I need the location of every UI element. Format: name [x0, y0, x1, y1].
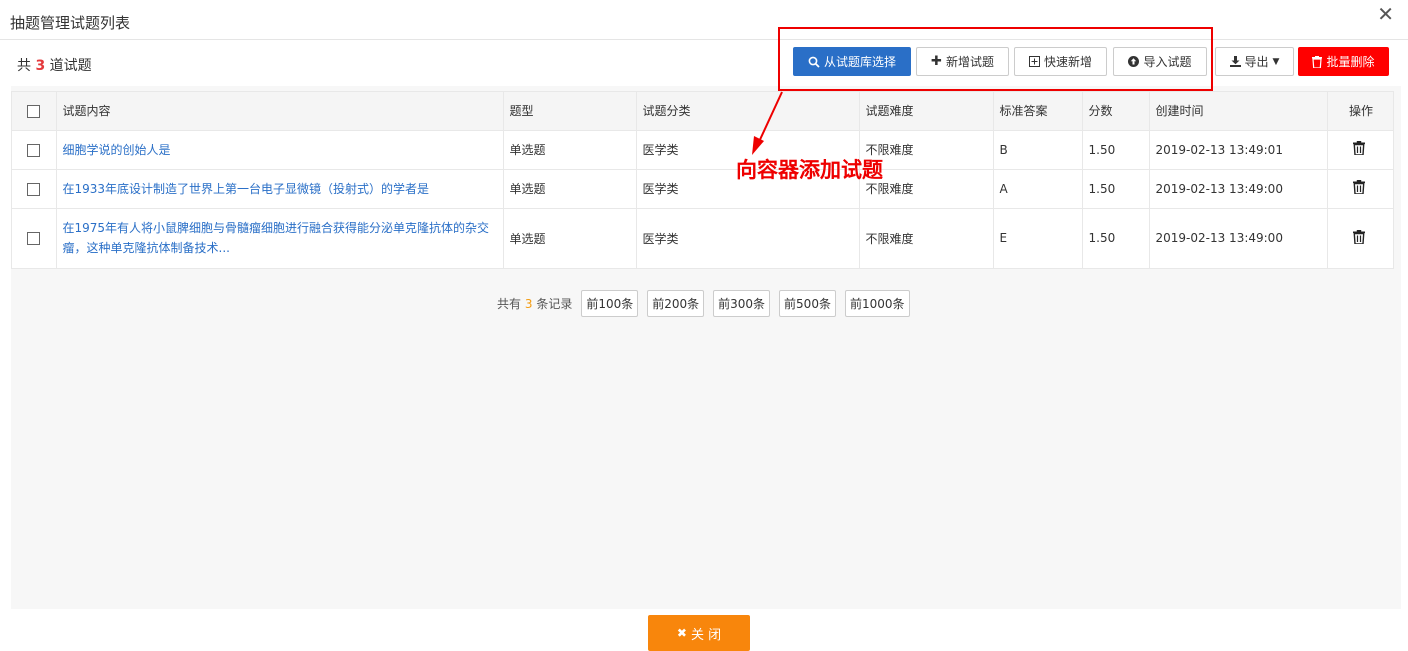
page-size-100-button[interactable]: 前100条	[581, 290, 639, 317]
close-x-icon: ✖	[676, 626, 687, 640]
header-answer: 标准答案	[992, 92, 1082, 130]
dialog-title: 抽题管理试题列表	[10, 14, 131, 32]
row-select-cell	[12, 129, 56, 169]
annotation-highlight-box	[778, 27, 1213, 91]
page-size-300-button[interactable]: 前300条	[713, 290, 771, 317]
delete-trash-icon[interactable]	[1353, 180, 1365, 195]
table-header-row: 试题内容 题型 试题分类 试题难度 标准答案 分数 创建时间 操作	[12, 92, 1393, 130]
close-dialog-label: 关 闭	[690, 627, 722, 643]
header-score: 分数	[1081, 92, 1149, 130]
record-count-number: 3	[524, 297, 533, 311]
caret-down-icon: ▼	[1272, 56, 1280, 67]
row-actions-cell	[1326, 168, 1393, 208]
count-number: 3	[35, 58, 46, 74]
page-size-500-button[interactable]: 前500条	[779, 290, 836, 317]
export-dropdown-button[interactable]: 导出 ▼	[1215, 47, 1294, 76]
header-type: 题型	[502, 92, 636, 130]
pagination: 共有 3 条记录 前100条 前200条 前300条 前500条 前1000条	[497, 290, 910, 317]
question-count: 共 3 道试题	[17, 55, 92, 75]
question-difficulty: 不限难度	[858, 207, 993, 268]
question-answer: E	[992, 207, 1082, 268]
question-category: 医学类	[635, 207, 859, 268]
row-select-cell	[12, 207, 56, 268]
header-difficulty: 试题难度	[858, 92, 993, 130]
close-dialog-button[interactable]: ✖ 关 闭	[648, 615, 750, 651]
question-created: 2019-02-13 13:49:01	[1148, 129, 1327, 169]
record-count: 共有 3 条记录	[497, 295, 572, 312]
question-content-link[interactable]: 在1933年底设计制造了世界上第一台电子显微镜（投射式）的学者是	[55, 168, 503, 208]
record-count-suffix: 条记录	[536, 297, 573, 311]
row-actions-cell	[1326, 129, 1393, 169]
row-checkbox[interactable]	[27, 143, 41, 157]
delete-trash-icon[interactable]	[1353, 141, 1365, 156]
header-created: 创建时间	[1148, 92, 1327, 130]
question-score: 1.50	[1081, 129, 1149, 169]
questions-table: 试题内容 题型 试题分类 试题难度 标准答案 分数 创建时间 操作 细胞学说的创…	[11, 91, 1394, 269]
header-content: 试题内容	[55, 92, 503, 130]
header-actions: 操作	[1326, 92, 1393, 130]
row-checkbox[interactable]	[27, 232, 41, 246]
annotation-text: 向容器添加试题	[736, 157, 883, 182]
count-suffix: 道试题	[49, 58, 92, 74]
question-content-link[interactable]: 在1975年有人将小鼠脾细胞与骨髓瘤细胞进行融合获得能分泌单克隆抗体的杂交瘤，这…	[55, 207, 503, 268]
table-row: 在1933年底设计制造了世界上第一台电子显微镜（投射式）的学者是 单选题 医学类…	[12, 168, 1393, 208]
table-row: 细胞学说的创始人是 单选题 医学类 不限难度 B 1.50 2019-02-13…	[12, 129, 1393, 169]
count-prefix: 共	[17, 58, 31, 74]
batch-delete-button[interactable]: 批量删除	[1298, 47, 1389, 76]
question-score: 1.50	[1081, 168, 1149, 208]
select-all-checkbox[interactable]	[27, 104, 41, 118]
select-all-cell	[12, 92, 56, 130]
question-score: 1.50	[1081, 207, 1149, 268]
page-size-1000-button[interactable]: 前1000条	[844, 290, 910, 317]
close-icon[interactable]: ✕	[1377, 4, 1394, 24]
download-icon	[1229, 56, 1241, 67]
record-count-prefix: 共有	[497, 297, 522, 311]
question-created: 2019-02-13 13:49:00	[1148, 207, 1327, 268]
batch-delete-label: 批量删除	[1326, 55, 1375, 69]
table-row: 在1975年有人将小鼠脾细胞与骨髓瘤细胞进行融合获得能分泌单克隆抗体的杂交瘤，这…	[12, 207, 1393, 268]
row-checkbox[interactable]	[27, 182, 41, 196]
trash-icon	[1312, 55, 1323, 68]
content-area: 共 3 道试题 从试题库选择 ✚ 新增试题 快速新增 导入试题 导出 ▼ 批量删…	[11, 42, 1401, 609]
question-answer: A	[992, 168, 1082, 208]
page-size-200-button[interactable]: 前200条	[647, 290, 705, 317]
annotation-arrow-icon	[752, 91, 783, 155]
export-label: 导出	[1244, 55, 1269, 69]
delete-trash-icon[interactable]	[1353, 229, 1365, 245]
row-select-cell	[12, 168, 56, 208]
question-content-link[interactable]: 细胞学说的创始人是	[55, 129, 503, 169]
question-type: 单选题	[502, 207, 636, 268]
question-type: 单选题	[502, 129, 636, 169]
row-actions-cell	[1326, 207, 1393, 268]
question-type: 单选题	[502, 168, 636, 208]
question-created: 2019-02-13 13:49:00	[1148, 168, 1327, 208]
question-answer: B	[992, 129, 1082, 169]
